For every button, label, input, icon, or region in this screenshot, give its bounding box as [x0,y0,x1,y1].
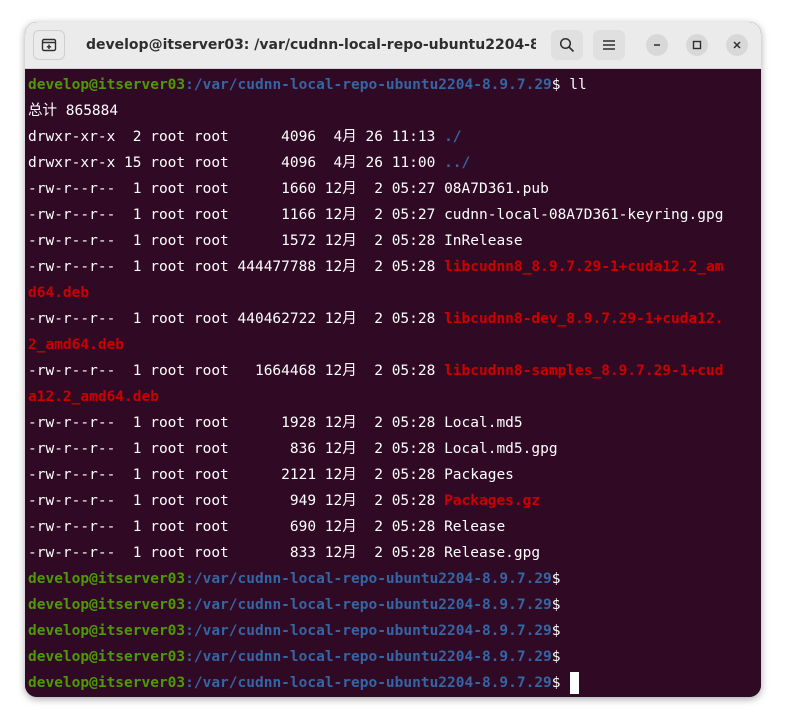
prompt-symbol: $ [551,623,561,639]
list-item: -rw-r--r-- 1 root root 1660 12月 2 05:27 … [28,176,549,202]
prompt-symbol: $ [551,571,561,587]
prompt-line: develop@itserver03:/var/cudnn-local-repo… [28,618,561,644]
prompt-line: develop@itserver03:/var/cudnn-local-repo… [28,644,561,670]
prompt-line: develop@itserver03:/var/cudnn-local-repo… [28,72,587,98]
prompt-path: :/var/cudnn-local-repo-ubuntu2204-8.9.7.… [185,597,552,613]
entry-meta: -rw-r--r-- 1 root root 949 12月 2 05:28 [28,493,445,509]
prompt-path: :/var/cudnn-local-repo-ubuntu2204-8.9.7.… [185,623,552,639]
prompt-path: :/var/cudnn-local-repo-ubuntu2204-8.9.7.… [185,571,552,587]
list-item: -rw-r--r-- 1 root root 2121 12月 2 05:28 … [28,462,514,488]
list-item: -rw-r--r-- 1 root root 949 12月 2 05:28 P… [28,488,540,514]
prompt-line: develop@itserver03:/var/cudnn-local-repo… [28,566,561,592]
window-title: develop@itserver03: /var/cudnn-local-rep… [86,37,536,53]
entry-meta: -rw-r--r-- 1 root root 836 12月 2 05:28 [28,441,445,457]
menu-button[interactable] [593,30,625,60]
total-line: 总计 865884 [28,103,119,119]
title-bar: develop@itserver03: /var/cudnn-local-rep… [25,22,761,69]
prompt-user: develop@itserver03 [28,623,186,639]
prompt-user: develop@itserver03 [28,597,186,613]
new-tab-icon [41,38,57,52]
entry-meta: -rw-r--r-- 1 root root 440462722 12月 2 0… [28,311,445,327]
list-item: -rw-r--r-- 1 root root 444477788 12月 2 0… [28,254,723,280]
entry-name: Release [444,519,506,535]
list-item-wrap: 2_amd64.deb [28,332,124,358]
entry-name-wrap: 2_amd64.deb [28,337,125,353]
list-item: -rw-r--r-- 1 root root 1572 12月 2 05:28 … [28,228,523,254]
list-item: -rw-r--r-- 1 root root 1928 12月 2 05:28 … [28,410,523,436]
entry-name: libcudnn8-dev_8.9.7.29-1+cuda12. [444,311,724,327]
entry-meta: drwxr-xr-x 2 root root 4096 4月 26 11:13 [28,129,445,145]
entry-name: 08A7D361.pub [444,181,549,197]
maximize-button[interactable] [686,34,708,56]
prompt-symbol: $ [551,597,561,613]
list-item: -rw-r--r-- 1 root root 690 12月 2 05:28 R… [28,514,505,540]
minimize-button[interactable] [646,34,668,56]
terminal-output[interactable]: develop@itserver03:/var/cudnn-local-repo… [25,69,761,697]
prompt-user: develop@itserver03 [28,571,186,587]
entry-meta: -rw-r--r-- 1 root root 1928 12月 2 05:28 [28,415,445,431]
entry-name: ./ [444,129,462,145]
entry-meta: -rw-r--r-- 1 root root 1660 12月 2 05:27 [28,181,445,197]
hamburger-menu-icon [603,40,615,50]
entry-name: libcudnn8-samples_8.9.7.29-1+cud [444,363,724,379]
list-item: -rw-r--r-- 1 root root 440462722 12月 2 0… [28,306,723,332]
entry-name: Packages [444,467,514,483]
prompt-line: develop@itserver03:/var/cudnn-local-repo… [28,592,561,618]
entry-name-wrap: d64.deb [28,285,90,301]
list-item: -rw-r--r-- 1 root root 833 12月 2 05:28 R… [28,540,540,566]
entry-meta: -rw-r--r-- 1 root root 1572 12月 2 05:28 [28,233,445,249]
prompt-symbol: $ [551,675,561,691]
active-prompt-line[interactable]: develop@itserver03:/var/cudnn-local-repo… [28,670,579,696]
list-item-wrap: d64.deb [28,280,89,306]
close-icon [733,41,741,49]
minimize-icon [654,44,660,46]
prompt-user: develop@itserver03 [28,649,186,665]
text-cursor [569,672,579,694]
entry-name: ../ [444,155,471,171]
entry-meta: drwxr-xr-x 15 root root 4096 4月 26 11:00 [28,155,445,171]
entry-name: Local.md5.gpg [444,441,558,457]
entry-name: cudnn-local-08A7D361-keyring.gpg [444,207,724,223]
list-item: -rw-r--r-- 1 root root 1664468 12月 2 05:… [28,358,723,384]
maximize-icon [692,40,702,50]
close-button[interactable] [726,34,748,56]
list-item: drwxr-xr-x 2 root root 4096 4月 26 11:13 … [28,124,462,150]
search-button[interactable] [551,30,583,60]
prompt-path: :/var/cudnn-local-repo-ubuntu2204-8.9.7.… [185,649,552,665]
entry-meta: -rw-r--r-- 1 root root 690 12月 2 05:28 [28,519,445,535]
entry-meta: -rw-r--r-- 1 root root 444477788 12月 2 0… [28,259,445,275]
command-text: ll [560,77,587,93]
entry-name-wrap: a12.2_amd64.deb [28,389,159,405]
new-tab-button[interactable] [33,30,65,60]
entry-meta: -rw-r--r-- 1 root root 1166 12月 2 05:27 [28,207,445,223]
prompt-symbol: $ [551,649,561,665]
terminal-window: develop@itserver03: /var/cudnn-local-rep… [25,22,761,697]
prompt-user: develop@itserver03 [28,77,186,93]
prompt-path: :/var/cudnn-local-repo-ubuntu2204-8.9.7.… [185,77,552,93]
entry-meta: -rw-r--r-- 1 root root 1664468 12月 2 05:… [28,363,445,379]
entry-meta: -rw-r--r-- 1 root root 833 12月 2 05:28 [28,545,445,561]
entry-name: Local.md5 [444,415,523,431]
list-item: -rw-r--r-- 1 root root 1166 12月 2 05:27 … [28,202,723,228]
entry-name: libcudnn8_8.9.7.29-1+cuda12.2_am [444,259,724,275]
entry-name: InRelease [444,233,523,249]
prompt-path: :/var/cudnn-local-repo-ubuntu2204-8.9.7.… [185,675,552,691]
entry-meta: -rw-r--r-- 1 root root 2121 12月 2 05:28 [28,467,445,483]
entry-name: Release.gpg [444,545,541,561]
entry-name: Packages.gz [444,493,541,509]
list-item: drwxr-xr-x 15 root root 4096 4月 26 11:00… [28,150,470,176]
list-item-wrap: a12.2_amd64.deb [28,384,159,410]
list-item: -rw-r--r-- 1 root root 836 12月 2 05:28 L… [28,436,558,462]
prompt-user: develop@itserver03 [28,675,186,691]
search-icon [559,37,575,53]
prompt-symbol: $ [551,77,561,93]
